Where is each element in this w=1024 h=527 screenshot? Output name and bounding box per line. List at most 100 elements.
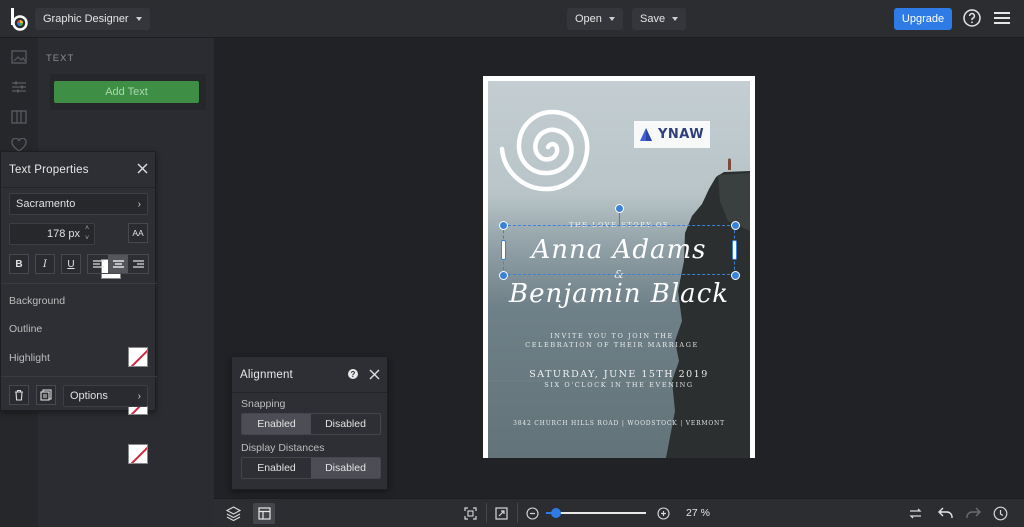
address-text[interactable]: 3842 CHURCH HILLS ROAD | WOODSTOCK | VER… bbox=[488, 420, 750, 427]
panel-title: Alignment bbox=[240, 368, 293, 381]
expand-icon[interactable] bbox=[495, 507, 508, 520]
zoom-in-icon[interactable] bbox=[657, 507, 670, 520]
resize-handle-bottom-left[interactable] bbox=[499, 271, 508, 280]
snapping-enabled-option[interactable]: Enabled bbox=[242, 414, 311, 434]
open-label: Open bbox=[575, 13, 602, 25]
resize-handle-left[interactable] bbox=[501, 240, 506, 260]
zoom-value: 27 % bbox=[686, 507, 710, 519]
spiral-ornament bbox=[499, 109, 590, 192]
underline-button[interactable]: U bbox=[61, 254, 81, 274]
alignment-header: Alignment bbox=[232, 357, 387, 393]
selection-box[interactable] bbox=[503, 225, 735, 275]
highlight-color-swatch[interactable] bbox=[128, 444, 148, 464]
layers-icon[interactable] bbox=[226, 506, 241, 521]
text-properties-panel: Text Properties Sacramento › 178 px ˄ ˅ A… bbox=[0, 151, 157, 464]
chevron-down-icon bbox=[608, 17, 615, 21]
flip-icon[interactable] bbox=[908, 507, 923, 520]
text-case-button[interactable]: AA bbox=[128, 223, 148, 243]
background-label: Background bbox=[9, 295, 66, 307]
tree-logo-icon bbox=[639, 127, 652, 141]
name2-text[interactable]: Benjamin Black bbox=[488, 279, 750, 309]
frames-icon[interactable] bbox=[11, 110, 27, 124]
top-bar: Graphic Designer Open Save Upgrade bbox=[0, 0, 1024, 38]
save-label: Save bbox=[640, 13, 666, 25]
chevron-up-icon[interactable]: ˄ bbox=[85, 225, 93, 233]
distances-disabled-option[interactable]: Disabled bbox=[311, 458, 380, 478]
panel-title: Text Properties bbox=[9, 163, 89, 176]
fit-screen-icon[interactable] bbox=[464, 507, 477, 520]
hamburger-menu-icon[interactable] bbox=[994, 11, 1010, 25]
zoom-slider-thumb[interactable] bbox=[551, 508, 561, 518]
heart-icon[interactable] bbox=[11, 138, 27, 152]
align-left-icon[interactable] bbox=[88, 255, 108, 273]
divider bbox=[486, 503, 487, 523]
bottom-bar: 27 % bbox=[214, 498, 1024, 527]
app-menu-label: Graphic Designer bbox=[43, 13, 129, 25]
upgrade-button[interactable]: Upgrade bbox=[894, 8, 952, 30]
time-text[interactable]: SIX O'CLOCK IN THE EVENING bbox=[488, 381, 750, 389]
trash-icon[interactable] bbox=[9, 385, 29, 405]
chevron-right-icon: › bbox=[137, 198, 141, 210]
highlight-label: Highlight bbox=[9, 352, 50, 364]
divider bbox=[1, 283, 157, 284]
resize-handle-right[interactable] bbox=[732, 240, 737, 260]
align-right-icon[interactable] bbox=[128, 255, 148, 273]
italic-button[interactable]: I bbox=[35, 254, 55, 274]
snapping-label: Snapping bbox=[241, 398, 286, 410]
zoom-slider-track[interactable] bbox=[546, 512, 646, 514]
rotate-handle[interactable] bbox=[615, 204, 624, 213]
chevron-right-icon: › bbox=[137, 390, 141, 402]
options-label: Options bbox=[70, 390, 108, 402]
text-properties-header: Text Properties bbox=[1, 152, 155, 188]
options-button[interactable]: Options › bbox=[63, 385, 148, 407]
layout-grid-icon[interactable] bbox=[253, 503, 275, 524]
size-stepper[interactable]: ˄ ˅ bbox=[85, 225, 93, 243]
chevron-down-icon bbox=[135, 17, 142, 21]
font-size-input[interactable]: 178 px bbox=[9, 223, 95, 245]
chevron-down-icon[interactable]: ˅ bbox=[85, 235, 93, 243]
bold-button[interactable]: B bbox=[9, 254, 29, 274]
chevron-down-icon bbox=[672, 17, 679, 21]
distances-toggle: Enabled Disabled bbox=[241, 457, 381, 479]
resize-handle-top-right[interactable] bbox=[731, 221, 740, 230]
close-icon[interactable] bbox=[369, 369, 380, 380]
background-color-swatch[interactable] bbox=[128, 347, 148, 367]
image-icon[interactable] bbox=[11, 50, 27, 64]
outline-label: Outline bbox=[9, 323, 43, 335]
ynaw-logo: YNAW bbox=[634, 121, 710, 148]
distances-enabled-option[interactable]: Enabled bbox=[242, 458, 311, 478]
help-icon[interactable] bbox=[963, 9, 981, 27]
text-section-title: TEXT bbox=[46, 53, 75, 64]
resize-handle-top-left[interactable] bbox=[499, 221, 508, 230]
italic-label: I bbox=[43, 258, 47, 270]
add-text-button[interactable]: Add Text bbox=[54, 81, 199, 103]
font-size-value: 178 px bbox=[46, 228, 80, 240]
history-icon[interactable] bbox=[993, 506, 1008, 521]
help-icon[interactable]: ? bbox=[348, 369, 358, 379]
app-logo[interactable] bbox=[8, 7, 30, 31]
bold-label: B bbox=[15, 258, 23, 270]
save-menu-button[interactable]: Save bbox=[632, 8, 687, 30]
alignment-panel: Alignment ? Snapping Enabled Disabled Di… bbox=[231, 356, 388, 490]
zoom-out-icon[interactable] bbox=[526, 507, 539, 520]
resize-handle-bottom-right[interactable] bbox=[731, 271, 740, 280]
font-select[interactable]: Sacramento › bbox=[9, 193, 148, 215]
duplicate-icon[interactable] bbox=[36, 385, 56, 405]
adjustments-icon[interactable] bbox=[11, 80, 27, 94]
display-distances-label: Display Distances bbox=[241, 442, 325, 454]
text-align-group bbox=[87, 254, 149, 274]
font-name: Sacramento bbox=[16, 198, 76, 210]
open-menu-button[interactable]: Open bbox=[567, 8, 623, 30]
date-text[interactable]: SATURDAY, JUNE 15TH 2019 bbox=[488, 369, 750, 380]
logo-text: YNAW bbox=[657, 127, 705, 142]
undo-icon[interactable] bbox=[938, 506, 953, 520]
invite-line2-text[interactable]: CELEBRATION OF THEIR MARRIAGE bbox=[488, 341, 736, 349]
divider bbox=[1, 376, 157, 377]
invite-line1-text[interactable]: INVITE YOU TO JOIN THE bbox=[488, 332, 736, 340]
divider bbox=[517, 503, 518, 523]
snapping-disabled-option[interactable]: Disabled bbox=[311, 414, 380, 434]
redo-icon[interactable] bbox=[966, 506, 981, 520]
close-icon[interactable] bbox=[137, 163, 148, 174]
app-menu-button[interactable]: Graphic Designer bbox=[35, 8, 150, 30]
align-center-icon[interactable] bbox=[108, 255, 128, 273]
